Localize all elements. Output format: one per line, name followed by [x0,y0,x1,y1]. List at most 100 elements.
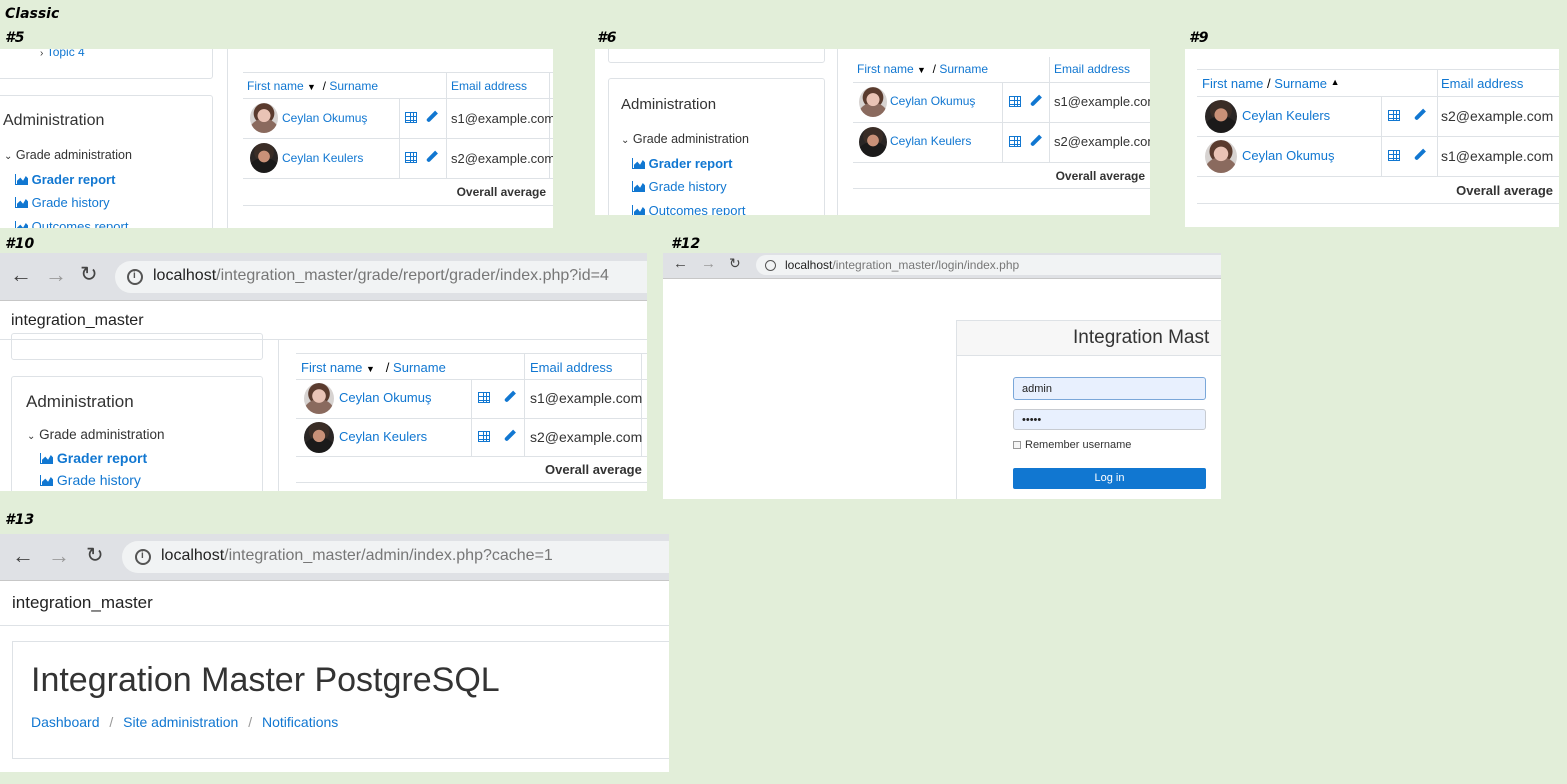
email-cell: s2@example.com [530,429,643,445]
page-title: Integration Master PostgreSQL [31,661,500,699]
email-header[interactable]: Email address [1054,62,1130,76]
grid-icon[interactable] [478,431,490,442]
pencil-icon[interactable] [503,390,516,403]
forward-icon[interactable]: → [45,262,67,288]
grade-admin-node[interactable]: ⌄ Grade administration [4,148,132,162]
pencil-icon[interactable] [426,110,438,123]
url-text[interactable]: localhost/integration_master/admin/index… [161,547,553,565]
student-name-link[interactable]: Ceylan Keulers [282,151,363,165]
grade-admin-node[interactable]: ⌄ Grade administration [621,132,749,146]
surname-header[interactable]: Surname [393,360,446,375]
screenshot-5: › Topic 4 Administration ⌄ Grade adminis… [0,49,553,228]
label-13: #13 [5,512,35,528]
remember-label: Remember username [1025,439,1132,451]
grade-history-link[interactable]: Grade history [40,472,141,488]
student-name-link[interactable]: Ceylan Keulers [339,429,427,444]
login-heading: Integration Mast [1073,327,1210,348]
screenshot-12: ← → ↻ localhost/integration_master/login… [663,253,1221,499]
firstname-header[interactable]: First name [1202,76,1263,91]
email-cell: s1@example.com [451,111,553,126]
sort-desc-icon: ▼ [917,65,926,75]
login-button[interactable]: Log in [1013,468,1206,489]
firstname-header[interactable]: First name [857,62,914,76]
pencil-icon[interactable] [1030,134,1042,147]
remember-checkbox[interactable] [1013,441,1021,449]
breadcrumb: Dashboard / Site administration / Notifi… [31,714,339,730]
overall-average: Overall average [1055,169,1145,183]
sort-header[interactable]: First name ▼ / Surname [301,360,446,375]
admin-title: Administration [3,112,105,129]
grid-icon[interactable] [405,152,417,163]
student-name-link[interactable]: Ceylan Okumuş [282,111,367,125]
password-input[interactable] [1013,409,1206,430]
topic-link[interactable]: › Topic 4 [40,49,85,59]
avatar [1205,100,1237,133]
grade-history-link[interactable]: Grade history [632,179,727,194]
back-icon[interactable]: ← [12,543,34,569]
sort-header[interactable]: First name ▼ / Surname [857,62,988,76]
overall-average: Overall average [1456,183,1553,198]
pencil-icon[interactable] [426,150,438,163]
surname-header[interactable]: Surname [939,62,988,76]
back-icon[interactable]: ← [10,262,32,288]
avatar [859,127,887,157]
row-actions [1009,94,1042,112]
outcomes-report-link[interactable]: Outcomes report [15,219,128,228]
grid-icon[interactable] [478,392,490,403]
breadcrumb-dashboard[interactable]: Dashboard [31,714,100,730]
email-cell: s1@example.com [1441,148,1554,164]
grid-icon[interactable] [1388,150,1400,161]
back-icon[interactable]: ← [673,255,688,272]
grid-icon[interactable] [1009,96,1021,107]
site-name[interactable]: integration_master [11,312,144,330]
url-text[interactable]: localhost/integration_master/login/index… [785,258,1019,272]
chart-icon [15,174,28,185]
email-header[interactable]: Email address [451,79,527,93]
grade-history-link[interactable]: Grade history [15,195,110,210]
pencil-icon[interactable] [1030,94,1042,107]
url-text[interactable]: localhost/integration_master/grade/repor… [153,267,609,285]
info-icon[interactable] [765,260,776,271]
student-name-link[interactable]: Ceylan Okumuş [890,94,975,108]
reload-icon[interactable]: ↻ [80,262,98,287]
grader-report-link[interactable]: Grader report [40,450,147,466]
breadcrumb-notifications[interactable]: Notifications [262,714,338,730]
label-12: #12 [671,236,701,252]
student-name-link[interactable]: Ceylan Keulers [1242,108,1330,123]
reload-icon[interactable]: ↻ [86,543,104,568]
grader-report-link[interactable]: Grader report [632,156,732,171]
sort-asc-icon: ▲ [1330,77,1340,87]
student-name-link[interactable]: Ceylan Okumuş [1242,148,1334,163]
grade-admin-node[interactable]: ⌄ Grade administration [27,427,164,442]
pencil-icon[interactable] [503,429,516,442]
grader-report-link[interactable]: Grader report [15,172,115,187]
forward-icon[interactable]: → [701,255,716,272]
pencil-icon[interactable] [1413,108,1426,121]
username-input[interactable] [1013,377,1206,400]
outcomes-report-link[interactable]: Outcomes report [632,203,745,215]
grid-icon[interactable] [1009,136,1021,147]
grid-icon[interactable] [405,112,417,123]
grid-icon[interactable] [1388,110,1400,121]
email-header[interactable]: Email address [530,360,612,375]
email-cell: s2@example.com [1441,108,1554,124]
label-classic: Classic [5,6,60,22]
firstname-header[interactable]: First name [247,79,304,93]
surname-header[interactable]: Surname [329,79,378,93]
sort-header[interactable]: First name ▼ / Surname [247,79,378,93]
student-name-link[interactable]: Ceylan Keulers [890,134,971,148]
label-9: #9 [1189,30,1209,46]
email-header[interactable]: Email address [1441,76,1523,91]
chart-icon [632,158,645,169]
forward-icon[interactable]: → [48,543,70,569]
student-name-link[interactable]: Ceylan Okumuş [339,390,431,405]
firstname-header[interactable]: First name [301,360,362,375]
surname-header[interactable]: Surname [1274,76,1327,91]
chart-icon [40,453,53,464]
row-actions [478,390,516,408]
sort-header[interactable]: First name / Surname ▲ [1202,76,1340,91]
pencil-icon[interactable] [1413,148,1426,161]
breadcrumb-site-administration[interactable]: Site administration [123,714,238,730]
reload-icon[interactable]: ↻ [729,255,741,272]
site-name[interactable]: integration_master [12,593,153,613]
